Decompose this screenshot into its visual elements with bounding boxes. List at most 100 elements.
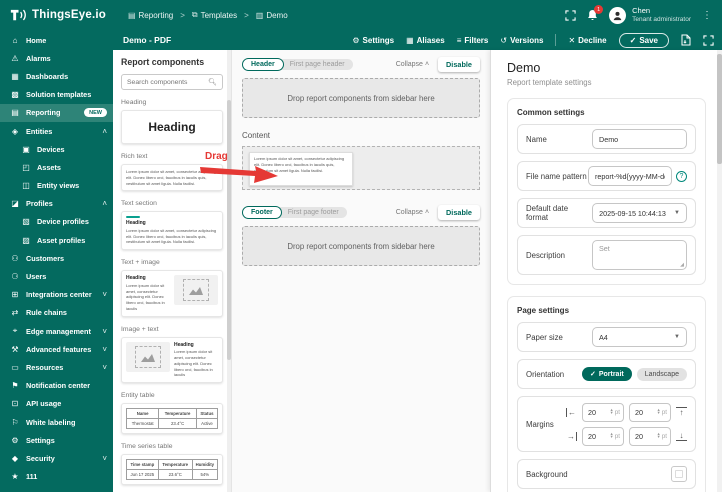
sidebar-item-api-usage[interactable]: ⊡ API usage <box>0 395 113 413</box>
component-group-label: Text + image <box>121 259 160 267</box>
component-card-heading[interactable]: Heading <box>121 110 223 144</box>
footer-chip[interactable]: Footer <box>242 206 282 219</box>
image-icon <box>183 279 209 302</box>
sidebar-item-advanced-features[interactable]: ⚒ Advanced features ˅ <box>0 340 113 358</box>
template-title: Demo - PDF <box>123 35 172 45</box>
component-heading-text: Heading <box>126 275 146 282</box>
sidebar-item-assets[interactable]: ◰ Assets <box>0 158 113 176</box>
description-textarea[interactable]: Set ◢ <box>592 240 687 270</box>
first-page-footer-chip[interactable]: First page footer <box>274 207 347 218</box>
sidebar-item-111[interactable]: ★ 111 <box>0 468 113 486</box>
sidebar-item-label: Customers <box>26 253 65 263</box>
breadcrumb-separator: > <box>180 10 185 20</box>
file-name-pattern-input[interactable]: report-%d{yyyy-MM-dd <box>588 166 672 186</box>
sidebar-item-label: Users <box>26 272 47 282</box>
breadcrumb-item-demo[interactable]: ▥ Demo <box>256 11 288 20</box>
save-button[interactable]: ✓ Save <box>618 32 669 48</box>
section-accent <box>126 216 140 219</box>
sidebar-item-resources[interactable]: ▭ Resources ˅ <box>0 358 113 376</box>
sidebar-item-integrations-center[interactable]: ⊞ Integrations center ˅ <box>0 286 113 304</box>
expand-editor-icon[interactable] <box>703 34 714 46</box>
sidebar-item-home[interactable]: ⌂ Home <box>0 31 113 49</box>
sidebar-item-entities[interactable]: ◈ Entities ˄ <box>0 122 113 140</box>
sidebar-item-profiles[interactable]: ◪ Profiles ˄ <box>0 195 113 213</box>
sidebar-item-device-profiles[interactable]: ▧ Device profiles <box>0 213 113 231</box>
report-components-panel: Report components 🔍︎ HeadingHeadingRich … <box>113 50 232 492</box>
stepper-icons[interactable]: ▴ ▾ <box>657 408 659 415</box>
generate-report-icon[interactable] <box>681 34 691 46</box>
paper-size-select[interactable]: A4 ▼ <box>592 327 687 347</box>
header-disable-button[interactable]: Disable <box>438 57 480 72</box>
sidebar-item-devices[interactable]: ▣ Devices <box>0 140 113 158</box>
settings-button[interactable]: ⚙ Settings <box>352 36 394 45</box>
components-scrollbar[interactable] <box>227 50 231 492</box>
versions-button[interactable]: ↺ Versions <box>500 36 543 45</box>
chevron-down-icon: ˅ <box>102 290 107 300</box>
sidebar-item-security[interactable]: ◆ Security ˅ <box>0 449 113 467</box>
user-menu[interactable]: Chen Tenant administrator <box>609 6 691 24</box>
search-components-box[interactable]: 🔍︎ <box>121 74 223 90</box>
margin-top-right-input[interactable]: 20 ▴ ▾ pt <box>629 402 671 422</box>
edge-icon: ⌖ <box>12 326 18 336</box>
fullscreen-icon[interactable] <box>565 9 576 21</box>
notifications-bell-icon[interactable]: 1 <box>587 5 604 21</box>
filters-button[interactable]: ≡ Filters <box>457 36 489 45</box>
help-icon[interactable]: ? <box>676 170 687 182</box>
breadcrumb: ▤ Reporting > ⧉ Templates > ▥ Demo <box>128 10 288 20</box>
window-scrollbar[interactable] <box>717 50 722 492</box>
footer-collapse-button[interactable]: Collapse ˄ <box>396 209 429 216</box>
landscape-toggle[interactable]: Landscape <box>636 367 687 381</box>
header-chip[interactable]: Header <box>242 58 284 71</box>
sidebar-item-settings[interactable]: ⚙ Settings <box>0 431 113 449</box>
more-options-icon[interactable]: ⋮ <box>702 10 712 21</box>
header-dropzone[interactable]: Drop report components from sidebar here <box>242 78 480 118</box>
name-input[interactable]: Demo <box>592 129 687 149</box>
aliases-button[interactable]: ▦ Aliases <box>406 36 445 45</box>
default-date-format-select[interactable]: 2025-09-15 10:44:13 ▼ <box>592 203 687 223</box>
resize-handle-icon[interactable]: ◢ <box>680 262 684 268</box>
component-card-text-image[interactable]: Heading Lorem ipsum dolor sit amet, conse… <box>121 270 223 317</box>
sidebar-item-users[interactable]: ⚆ Users <box>0 267 113 285</box>
sidebar-item-dashboards[interactable]: ▦ Dashboards <box>0 67 113 85</box>
sidebar-item-notification-center[interactable]: ⚑ Notification center <box>0 377 113 395</box>
sidebar-item-entity-views[interactable]: ◫ Entity views <box>0 177 113 195</box>
stepper-icons[interactable]: ▴ ▾ <box>610 408 612 415</box>
component-card-text-section[interactable]: Heading Lorem ipsum dolor sit amet, conse… <box>121 211 223 251</box>
footer-disable-button[interactable]: Disable <box>438 205 480 220</box>
margin-bottom-right-input[interactable]: 20 ▴ ▾ pt <box>629 426 671 446</box>
component-text: Heading Lorem ipsum dolor sit amet, conse… <box>174 342 218 378</box>
paper-size-row: Paper size A4 ▼ <box>517 322 696 352</box>
sidebar-item-alarms[interactable]: ⚠ Alarms <box>0 49 113 67</box>
unit-label: pt <box>661 432 667 440</box>
sidebar-item-solution-templates[interactable]: ▩ Solution templates <box>0 86 113 104</box>
footer-dropzone[interactable]: Drop report components from sidebar here <box>242 226 480 266</box>
component-card-entity-table[interactable]: Name Temperature Status Thermostat 23.4°C Act… <box>121 403 223 435</box>
unit-label: pt <box>614 432 620 440</box>
dashboards-icon: ▦ <box>11 71 19 81</box>
logo[interactable]: ThingsEye.io <box>10 8 106 22</box>
sidebar-item-asset-profiles[interactable]: ▨ Asset profiles <box>0 231 113 249</box>
sidebar-item-edge-management[interactable]: ⌖ Edge management ˅ <box>0 322 113 340</box>
alarms-icon: ⚠ <box>11 53 19 63</box>
first-page-header-chip[interactable]: First page header <box>276 59 353 70</box>
header-collapse-button[interactable]: Collapse ˄ <box>396 61 429 68</box>
component-card-time-series-table[interactable]: Time stamp Temperature Humidity Jun 17 2025… <box>121 454 223 486</box>
portrait-toggle[interactable]: ✓ Portrait <box>581 367 632 381</box>
margin-bottom-left-input[interactable]: 20 ▴ ▾ pt <box>582 426 624 446</box>
sidebar-item-white-labeling[interactable]: ⚐ White labeling <box>0 413 113 431</box>
sidebar-item-customers[interactable]: ⚇ Customers <box>0 249 113 267</box>
stepper-icons[interactable]: ▴ ▾ <box>657 432 659 439</box>
search-components-input[interactable] <box>127 78 206 86</box>
breadcrumb-item-templates[interactable]: ⧉ Templates <box>192 10 237 20</box>
decline-button[interactable]: ✕ Decline <box>568 36 606 45</box>
sidebar-item-label: Reporting <box>26 108 61 118</box>
margin-top-icon: ↑ <box>676 407 687 417</box>
sidebar-item-reporting[interactable]: ▤ Reporting NEW <box>0 103 113 122</box>
component-card-image-text[interactable]: Heading Lorem ipsum dolor sit amet, conse… <box>121 336 223 384</box>
stepper-icons[interactable]: ▴ ▾ <box>610 432 612 439</box>
reporting-icon: ▤ <box>11 108 19 118</box>
background-color-picker[interactable] <box>671 466 687 482</box>
sidebar-item-rule-chains[interactable]: ⇄ Rule chains <box>0 304 113 322</box>
breadcrumb-item-reporting[interactable]: ▤ Reporting <box>128 11 173 20</box>
margin-top-left-input[interactable]: 20 ▴ ▾ pt <box>582 402 624 422</box>
